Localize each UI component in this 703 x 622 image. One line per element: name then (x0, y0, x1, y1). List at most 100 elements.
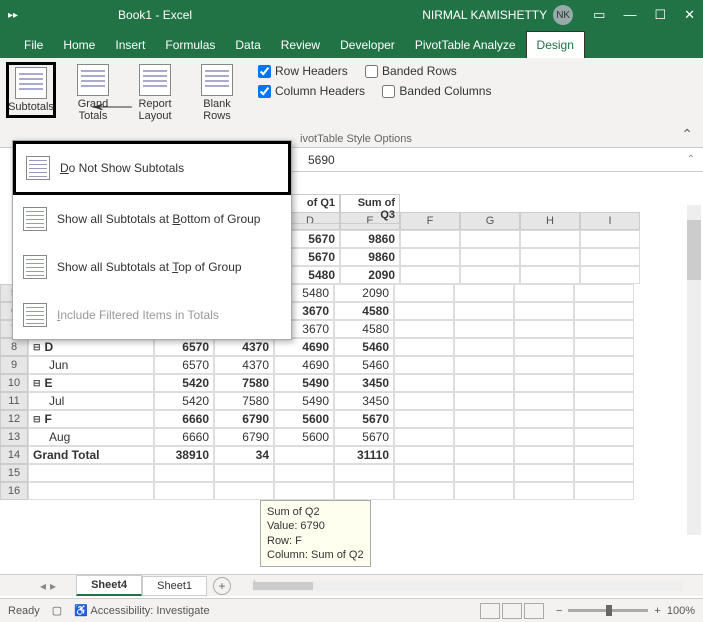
cell[interactable]: ⊟E (28, 374, 154, 392)
cell[interactable]: Jun (28, 356, 154, 374)
cell[interactable]: 5600 (274, 428, 334, 446)
cell[interactable] (394, 482, 454, 500)
sheet-tab-sheet4[interactable]: Sheet4 (76, 575, 142, 596)
cell[interactable]: 6660 (154, 428, 214, 446)
cell[interactable]: Jul (28, 392, 154, 410)
tab-home[interactable]: Home (53, 32, 105, 58)
collapse-icon[interactable]: ⊟ (33, 378, 41, 389)
cell[interactable] (454, 392, 514, 410)
cell[interactable] (574, 338, 634, 356)
cell[interactable]: 6570 (154, 338, 214, 356)
ribbon-collapse-icon[interactable]: ▸▸ (8, 10, 18, 21)
cell[interactable]: 5420 (154, 392, 214, 410)
cell[interactable] (28, 482, 154, 500)
cell[interactable] (574, 392, 634, 410)
cell[interactable] (394, 374, 454, 392)
cell[interactable] (334, 482, 394, 500)
user-account[interactable]: NIRMAL KAMISHETTY NK (422, 5, 573, 25)
cell[interactable]: 2090 (334, 284, 394, 302)
normal-view-icon[interactable] (480, 603, 500, 619)
cell[interactable] (574, 482, 634, 500)
cell[interactable]: 5670 (334, 428, 394, 446)
cell[interactable]: 4580 (334, 320, 394, 338)
col-header-f[interactable]: F (400, 212, 460, 230)
cell[interactable] (394, 392, 454, 410)
cell[interactable] (514, 464, 574, 482)
cell[interactable] (514, 392, 574, 410)
show-subtotals-top[interactable]: Show all Subtotals at Top of Group (13, 243, 291, 291)
cell[interactable] (454, 428, 514, 446)
cell[interactable]: 5670 (334, 410, 394, 428)
cell[interactable] (394, 320, 454, 338)
row-header[interactable]: 10 (0, 374, 28, 392)
cell[interactable]: 4690 (274, 338, 334, 356)
row-header[interactable]: 9 (0, 356, 28, 374)
cell[interactable] (514, 374, 574, 392)
tab-developer[interactable]: Developer (330, 32, 405, 58)
row-header[interactable]: 15 (0, 464, 28, 482)
cell[interactable] (574, 410, 634, 428)
cell[interactable]: Grand Total (28, 446, 154, 464)
sheet-tab-sheet1[interactable]: Sheet1 (142, 576, 207, 596)
cell[interactable] (514, 338, 574, 356)
accessibility-status[interactable]: ♿ Accessibility: Investigate (74, 604, 209, 617)
show-subtotals-bottom[interactable]: Show all Subtotals at Bottom of Group (13, 195, 291, 243)
cell[interactable]: 38910 (154, 446, 214, 464)
cell[interactable] (514, 446, 574, 464)
cell[interactable] (454, 482, 514, 500)
tab-formulas[interactable]: Formulas (155, 32, 225, 58)
cell[interactable]: 5490 (274, 374, 334, 392)
collapse-icon[interactable]: ⊟ (33, 414, 41, 425)
expand-formula-icon[interactable]: ⌃ (687, 154, 695, 165)
cell[interactable] (514, 410, 574, 428)
cell[interactable] (454, 374, 514, 392)
cell[interactable]: 5460 (334, 356, 394, 374)
ribbon-display-icon[interactable]: ▭ (593, 7, 605, 23)
horizontal-scrollbar[interactable]: ⁞ (251, 581, 683, 591)
cell[interactable] (394, 356, 454, 374)
cell[interactable] (514, 320, 574, 338)
cell[interactable] (574, 428, 634, 446)
cell[interactable] (454, 284, 514, 302)
minimize-icon[interactable]: — (623, 7, 636, 23)
cell[interactable]: ⊟F (28, 410, 154, 428)
cell[interactable]: 3450 (334, 374, 394, 392)
cell[interactable] (454, 446, 514, 464)
cell[interactable] (574, 446, 634, 464)
close-icon[interactable]: ✕ (684, 7, 695, 23)
cell[interactable]: 5420 (154, 374, 214, 392)
row-header[interactable]: 12 (0, 410, 28, 428)
do-not-show-subtotals[interactable]: Do Not Show Subtotals (13, 141, 291, 195)
cell[interactable] (214, 482, 274, 500)
tab-file[interactable]: File (14, 32, 53, 58)
collapse-icon[interactable]: ⊟ (33, 342, 41, 353)
cell[interactable] (574, 464, 634, 482)
cell[interactable]: 6660 (154, 410, 214, 428)
blank-rows-button[interactable]: Blank Rows (192, 62, 242, 124)
cell[interactable]: 2090 (340, 266, 400, 284)
col-header-i[interactable]: I (580, 212, 640, 230)
tab-review[interactable]: Review (271, 32, 330, 58)
cell[interactable]: 7580 (214, 392, 274, 410)
cell[interactable]: 3450 (334, 392, 394, 410)
cell[interactable]: 4370 (214, 356, 274, 374)
column-headers-checkbox[interactable]: Column Headers (258, 84, 365, 98)
cell[interactable] (574, 356, 634, 374)
maximize-icon[interactable]: ☐ (654, 7, 666, 23)
row-header[interactable]: 8 (0, 338, 28, 356)
zoom-slider[interactable]: −+ 100% (556, 605, 695, 617)
col-header-h[interactable]: H (520, 212, 580, 230)
cell[interactable] (454, 464, 514, 482)
vertical-scrollbar[interactable] (687, 205, 701, 535)
cell[interactable] (574, 284, 634, 302)
cell[interactable]: 6570 (154, 356, 214, 374)
cell[interactable]: 5600 (274, 410, 334, 428)
page-break-view-icon[interactable] (524, 603, 544, 619)
cell[interactable]: 5460 (334, 338, 394, 356)
cell[interactable] (394, 446, 454, 464)
cell[interactable]: 4690 (274, 356, 334, 374)
cell[interactable] (394, 284, 454, 302)
sheet-nav[interactable]: ◂▸ (40, 579, 56, 593)
cell[interactable] (514, 302, 574, 320)
cell[interactable]: Aug (28, 428, 154, 446)
